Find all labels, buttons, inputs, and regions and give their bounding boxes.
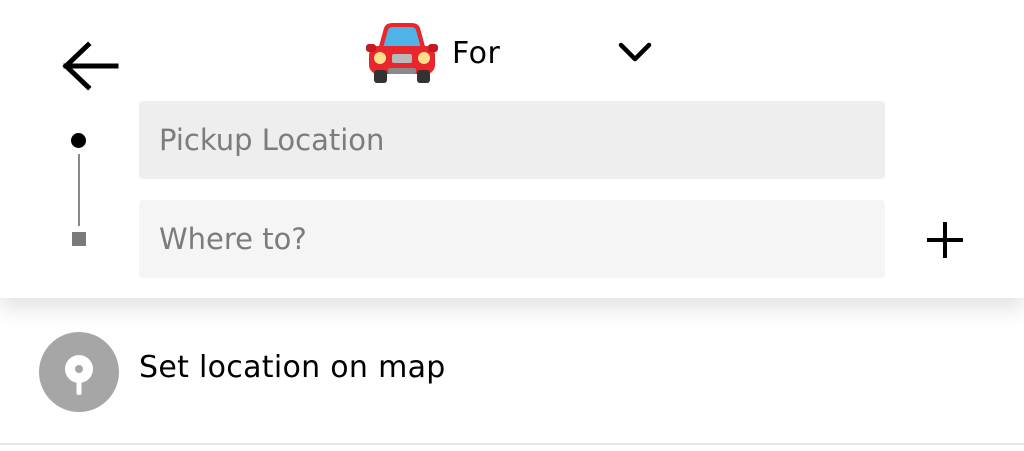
ride-type-label: For [452, 35, 501, 71]
destination-field[interactable] [139, 200, 885, 278]
divider [0, 443, 1024, 445]
back-button[interactable] [58, 38, 122, 94]
pickup-field[interactable] [139, 101, 885, 179]
pickup-dot [71, 133, 86, 148]
destination-square [72, 232, 86, 246]
set-location-on-map-row[interactable]: Set location on map [0, 298, 1024, 443]
set-location-on-map-label: Set location on map [139, 350, 446, 385]
route-connector-line [78, 154, 80, 226]
car-icon [366, 23, 438, 83]
pickup-input[interactable] [159, 101, 885, 179]
arrow-left-icon [62, 41, 119, 91]
chevron-down-icon[interactable] [617, 40, 653, 64]
destination-input[interactable] [159, 200, 885, 278]
map-pin-icon-badge [39, 332, 119, 412]
ride-type-selector[interactable]: For [364, 20, 500, 86]
header: For [0, 0, 1024, 298]
plus-icon[interactable] [920, 215, 970, 265]
map-pin-icon [65, 355, 93, 395]
